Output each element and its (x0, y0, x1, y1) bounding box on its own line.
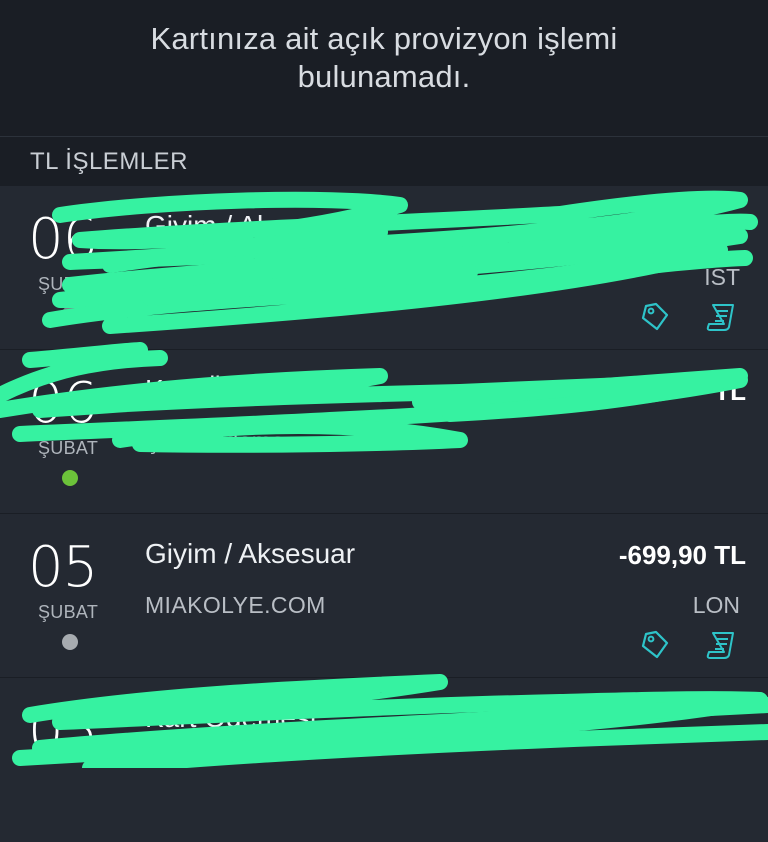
transaction-amount: -699,90 TL (618, 540, 746, 570)
transaction-amount: TL (714, 212, 746, 242)
tag-icon[interactable] (638, 300, 672, 334)
status-dot (62, 470, 78, 486)
transaction-day: 06 (28, 371, 98, 436)
transaction-row[interactable]: 05 Kart Ödemesi (0, 677, 768, 842)
transaction-merchant: Şube Ödeme (145, 428, 285, 454)
provision-notice-text: Kartınıza ait açık provizyon işlemi bulu… (150, 21, 618, 94)
transaction-day: 05 (28, 699, 98, 764)
transaction-row[interactable]: 05 ŞUBAT Giyim / Aksesuar MIAKOLYE.COM -… (0, 513, 768, 678)
transaction-row[interactable]: 06 ŞUBAT Kart Ödemesi Şube Ödeme TL (0, 349, 768, 514)
transaction-month: ŞUBAT (38, 438, 99, 458)
transaction-day: 06 (28, 207, 98, 272)
receipt-icon[interactable] (704, 300, 738, 334)
status-dot (62, 306, 78, 322)
transaction-category: Kart Ödemesi (145, 702, 317, 733)
transaction-category: Giyim / Aksesuar (145, 538, 356, 569)
provision-notice: Kartınıza ait açık provizyon işlemi bulu… (0, 0, 768, 137)
transaction-category: Giyim / Aksesuar (145, 210, 356, 241)
transaction-merchant: MIAKOLYE.COM (145, 592, 326, 618)
transaction-amount: TL (714, 376, 746, 406)
status-dot (62, 634, 78, 650)
transaction-row[interactable]: 06 ŞUBAT Giyim / Aksesuar SHOPIFY TL IST (0, 185, 768, 350)
section-title: TL İŞLEMLER (30, 148, 188, 175)
transaction-category: Kart Ödemesi (145, 374, 317, 405)
transaction-city: IST (704, 264, 740, 290)
transaction-city: LON (692, 592, 740, 618)
transaction-day: 05 (28, 535, 98, 600)
receipt-icon[interactable] (704, 628, 738, 662)
transaction-month: ŞUBAT (38, 274, 99, 294)
tag-icon[interactable] (638, 628, 672, 662)
transaction-month: ŞUBAT (38, 602, 99, 622)
section-header: TL İŞLEMLER (0, 137, 768, 185)
transaction-merchant: SHOPIFY (145, 264, 249, 290)
